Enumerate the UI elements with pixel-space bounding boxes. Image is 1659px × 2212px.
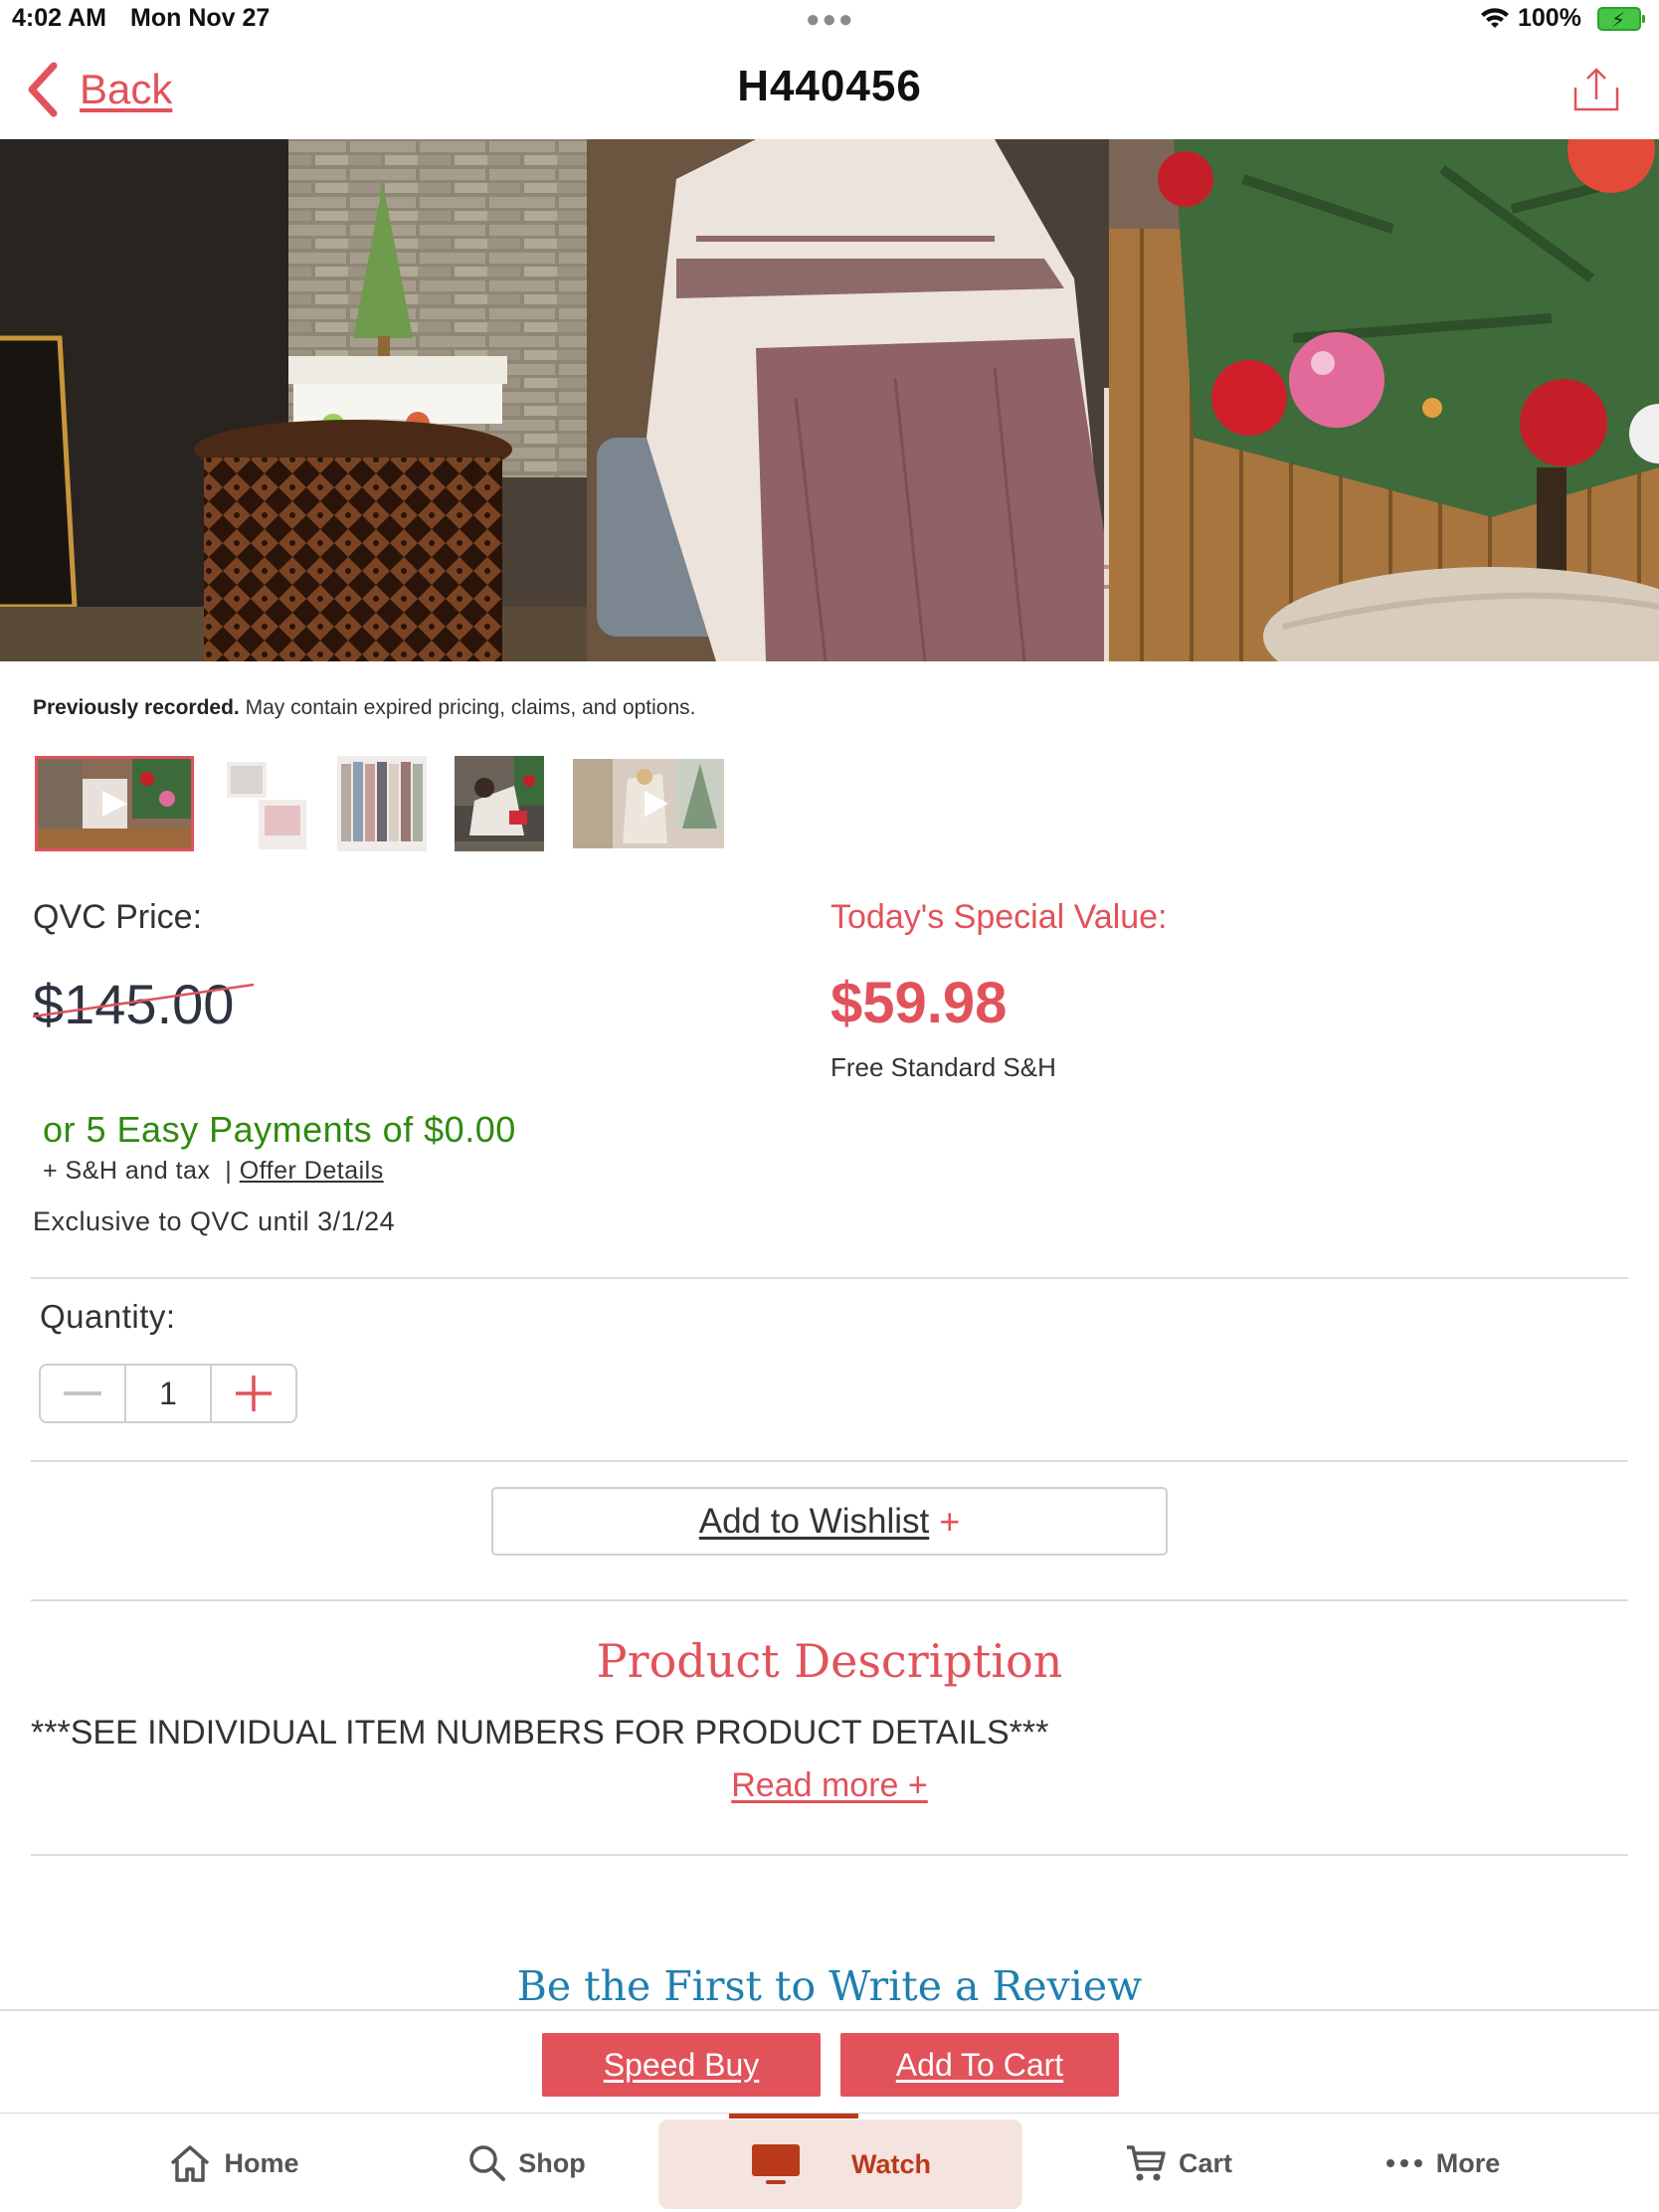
divider: [31, 1854, 1628, 1856]
write-review-link[interactable]: Be the First to Write a Review: [0, 1962, 1659, 2010]
sh-tax-note: + S&H and tax | Offer Details: [43, 1157, 384, 1186]
battery-percent: 100%: [1518, 4, 1581, 32]
tab-label: Home: [224, 2147, 299, 2178]
todays-special-value-label: Today's Special Value:: [830, 898, 1168, 936]
recorded-note-bold: Previously recorded.: [33, 696, 240, 719]
home-icon: [171, 2145, 210, 2182]
tab-label: Cart: [1178, 2147, 1232, 2178]
tab-more[interactable]: More: [1368, 2114, 1517, 2212]
plus-icon: [236, 1376, 272, 1411]
quantity-decrease-button[interactable]: [41, 1366, 126, 1421]
add-to-wishlist-button[interactable]: Add to Wishlist +: [491, 1487, 1168, 1556]
add-to-cart-label: Add To Cart: [895, 2046, 1064, 2083]
minus-icon: [64, 1391, 101, 1395]
product-video-frame: [0, 139, 1659, 661]
tab-label: More: [1435, 2147, 1501, 2178]
tab-label: Shop: [518, 2147, 586, 2178]
video-thumbnail-image: [38, 759, 191, 848]
thumb-image-3[interactable]: [455, 756, 544, 851]
image-thumbnail-image: [455, 756, 544, 851]
exclusive-note: Exclusive to QVC until 3/1/24: [33, 1206, 396, 1236]
easy-payments: or 5 Easy Payments of $0.00: [43, 1109, 516, 1150]
thumb-video-2[interactable]: [573, 759, 724, 848]
tab-watch[interactable]: Watch: [658, 2120, 1022, 2209]
sh-tax-text: + S&H and tax |: [43, 1157, 240, 1185]
plus-icon: +: [939, 1500, 961, 1542]
read-more-container: Read more +: [0, 1766, 1659, 1805]
speed-buy-button[interactable]: Speed Buy: [542, 2033, 821, 2097]
multitasking-dots-icon[interactable]: ●●●: [806, 6, 855, 34]
quantity-value[interactable]: 1: [126, 1366, 212, 1421]
add-to-cart-button[interactable]: Add To Cart: [840, 2033, 1119, 2097]
page-title: H440456: [737, 62, 922, 110]
price-strikethrough: [32, 983, 255, 1018]
divider: [31, 1277, 1628, 1279]
read-more-link[interactable]: Read more +: [731, 1766, 928, 1804]
recorded-note-text: May contain expired pricing, claims, and…: [239, 696, 696, 719]
tab-cart[interactable]: Cart: [1104, 2114, 1253, 2212]
previously-recorded-note: Previously recorded. May contain expired…: [33, 696, 696, 720]
quantity-increase-button[interactable]: [212, 1366, 295, 1421]
status-time: 4:02 AM: [12, 4, 106, 32]
tv-icon: [752, 2144, 800, 2184]
product-description-text: ***SEE INDIVIDUAL ITEM NUMBERS FOR PRODU…: [31, 1714, 1049, 1751]
divider: [31, 1460, 1628, 1462]
shipping-note: Free Standard S&H: [830, 1052, 1056, 1082]
offer-details-link[interactable]: Offer Details: [240, 1157, 384, 1185]
navigation-bar: Back H440456: [0, 40, 1659, 139]
product-video-player[interactable]: [0, 139, 1659, 661]
quantity-label: Quantity:: [40, 1298, 176, 1335]
image-thumbnail-image: [337, 756, 427, 851]
quantity-stepper: 1: [39, 1364, 297, 1423]
wifi-icon: [1481, 8, 1509, 28]
purchase-action-bar: Speed Buy Add To Cart: [0, 2009, 1659, 2113]
tab-label: Watch: [851, 2148, 931, 2179]
tab-home[interactable]: Home: [159, 2114, 308, 2212]
product-description-title: Product Description: [596, 1634, 1063, 1688]
image-thumbnail-image: [219, 756, 308, 851]
video-thumbnail-image: [573, 759, 724, 848]
status-date: Mon Nov 27: [130, 4, 271, 32]
thumb-image-1[interactable]: [219, 756, 308, 851]
active-tab-indicator: [729, 2114, 858, 2119]
thumb-video-1[interactable]: [35, 756, 194, 851]
share-icon[interactable]: [1571, 66, 1621, 115]
battery-charging-icon: ⚡: [1597, 7, 1645, 32]
cart-icon: [1126, 2145, 1166, 2181]
more-icon: [1385, 2159, 1422, 2167]
speed-buy-label: Speed Buy: [603, 2046, 760, 2083]
status-bar: 4:02 AM Mon Nov 27 ●●● 100% ⚡: [0, 0, 1659, 40]
search-icon: [469, 2145, 506, 2181]
bottom-tab-bar: Home Shop Watch Cart More: [0, 2113, 1659, 2212]
wishlist-label: Add to Wishlist: [698, 1501, 930, 1541]
todays-special-value-price: $59.98: [830, 971, 1008, 1035]
thumb-image-2[interactable]: [337, 756, 427, 851]
qvc-price-label: QVC Price:: [33, 898, 203, 936]
tab-shop[interactable]: Shop: [453, 2114, 602, 2212]
divider: [31, 1599, 1628, 1601]
